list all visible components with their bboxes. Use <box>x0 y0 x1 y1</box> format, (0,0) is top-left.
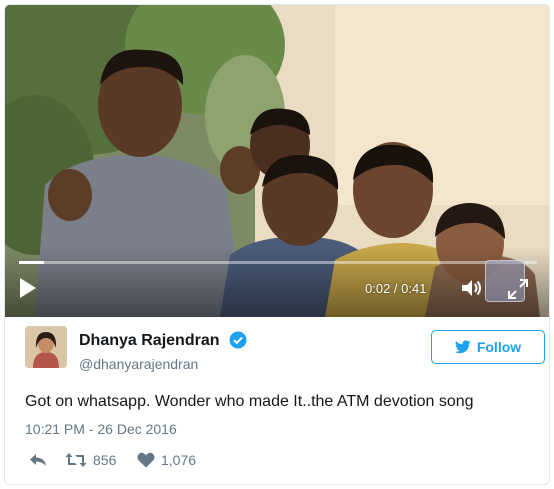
like-count: 1,076 <box>161 452 197 468</box>
video-player[interactable]: 0:02 / 0:41 <box>5 5 549 317</box>
avatar-image <box>25 326 67 368</box>
tweet-actions: 856 1,076 <box>25 449 325 471</box>
twitter-bird-icon <box>454 340 471 354</box>
follow-label: Follow <box>476 339 522 355</box>
like-button[interactable]: 1,076 <box>137 449 196 471</box>
tweet-card: 0:02 / 0:41 Dhanya Rajendran @dhanyaraje… <box>4 4 550 485</box>
reply-button[interactable] <box>29 449 47 471</box>
fullscreen-icon[interactable] <box>507 278 529 300</box>
play-icon[interactable] <box>19 277 37 299</box>
time-display: 0:02 / 0:41 <box>365 281 426 296</box>
author-row: Dhanya Rajendran @dhanyarajendran Follow <box>25 326 545 374</box>
heart-icon <box>137 452 155 468</box>
current-time: 0:02 <box>365 281 391 296</box>
progress-fill <box>19 261 45 264</box>
retweet-button[interactable]: 856 <box>65 449 116 471</box>
progress-bar[interactable] <box>19 261 537 264</box>
avatar[interactable] <box>25 326 67 368</box>
total-time: 0:41 <box>401 281 427 296</box>
tweet-timestamp[interactable]: 10:21 PM - 26 Dec 2016 <box>25 421 177 437</box>
tweet-text: Got on whatsapp. Wonder who made It..the… <box>25 393 474 410</box>
retweet-count: 856 <box>93 452 117 468</box>
retweet-icon <box>65 453 87 467</box>
volume-icon[interactable] <box>461 279 483 297</box>
time-separator: / <box>390 281 402 296</box>
reply-icon <box>30 454 46 466</box>
author-handle[interactable]: @dhanyarajendran <box>79 356 198 372</box>
follow-button[interactable]: Follow <box>431 330 545 364</box>
author-display-name[interactable]: Dhanya Rajendran <box>79 332 219 350</box>
verified-badge-icon <box>229 331 247 349</box>
